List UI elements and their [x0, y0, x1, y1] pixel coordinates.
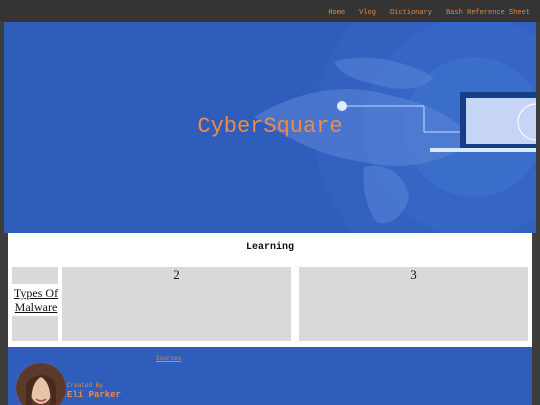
hero-banner: CyberSquare — [4, 22, 536, 233]
nav-dictionary-link[interactable]: Dictionary — [390, 9, 432, 17]
author-avatar — [16, 363, 66, 405]
nav-links: Home Vlog Dictionary Bash Reference Shee… — [328, 9, 530, 17]
card-number: 2 — [173, 267, 180, 282]
sources-link[interactable]: Sources — [156, 355, 181, 362]
author-name: Eli Parker — [67, 390, 122, 400]
learning-heading: Learning — [245, 242, 294, 253]
learning-card-3[interactable]: 3 — [299, 267, 528, 341]
types-of-malware-link[interactable]: Types Of Malware — [8, 284, 64, 316]
footer: Sources Created By Eli Parker — [8, 347, 532, 405]
nav-home-link[interactable]: Home — [328, 9, 345, 17]
learning-section: Learning Types Of Malware 2 3 — [8, 233, 532, 347]
learning-card-2[interactable]: 2 — [62, 267, 291, 341]
card-number: 3 — [410, 267, 417, 282]
top-nav: Home Vlog Dictionary Bash Reference Shee… — [0, 0, 540, 22]
nav-vlog-link[interactable]: Vlog — [359, 9, 376, 17]
site-title: CyberSquare — [197, 114, 343, 139]
created-by-label: Created By — [67, 382, 104, 389]
learning-card-1[interactable]: Types Of Malware — [8, 267, 64, 341]
nav-bash-reference-link[interactable]: Bash Reference Sheet — [446, 9, 530, 17]
